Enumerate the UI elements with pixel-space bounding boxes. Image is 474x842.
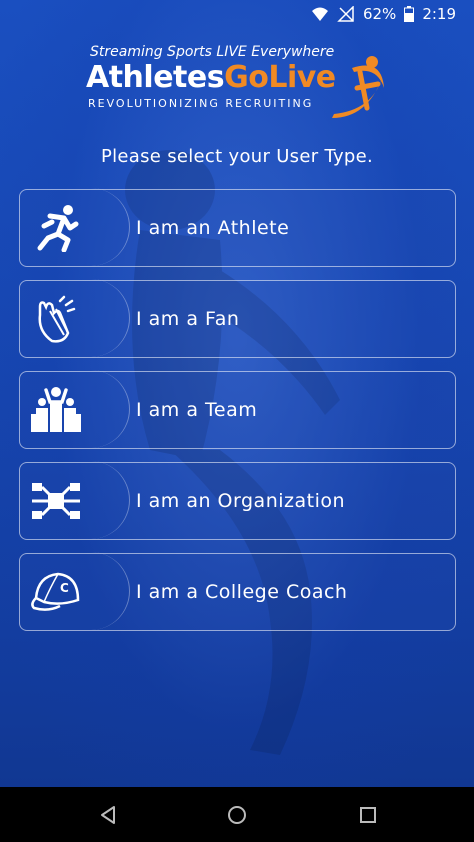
runner-icon [37,205,79,252]
option-label: I am an Athlete [136,217,290,239]
svg-text:C: C [60,581,69,595]
option-divider [90,370,130,448]
option-label: I am a Team [136,399,258,421]
clock: 2:19 [422,5,456,23]
clapping-hands-icon [38,295,76,343]
logo-brand-part1: Athletes [86,60,225,95]
battery-icon [404,6,415,22]
team-icon [31,387,81,432]
logo-swoosh-icon [332,56,384,118]
option-divider [90,188,130,266]
option-divider [90,461,130,539]
option-fan-button[interactable]: I am a Fan [19,279,456,358]
network-icon [32,483,80,519]
option-label: I am an Organization [136,490,346,512]
option-team-button[interactable]: I am a Team [19,370,456,449]
option-label: I am a College Coach [136,581,348,603]
signal-off-icon [337,6,354,22]
option-divider [90,279,130,357]
option-label: I am a Fan [136,308,240,330]
logo-tagline: Streaming Sports LIVE Everywhere [90,44,335,60]
option-athlete-button[interactable]: I am an Athlete [19,188,456,267]
recents-icon[interactable] [356,803,380,827]
option-organization-button[interactable]: I am an Organization [19,461,456,540]
logo-brand: AthletesGoLive [86,60,336,95]
user-type-prompt: Please select your User Type. [100,146,374,167]
logo-slogan: REVOLUTIONIZING RECRUITING [88,97,314,110]
option-college-coach-button[interactable]: C I am a College Coach [19,552,456,631]
navigation-bar [0,787,474,842]
battery-percent: 62% [362,5,397,23]
user-type-options: I am an Athlete I am a Fan I am a Team I… [19,188,456,644]
wifi-icon [311,7,328,21]
back-icon[interactable] [96,803,120,827]
option-divider [90,552,130,630]
cap-icon: C [31,572,80,611]
status-bar: 62% 2:19 [0,0,474,28]
home-icon[interactable] [225,803,249,827]
